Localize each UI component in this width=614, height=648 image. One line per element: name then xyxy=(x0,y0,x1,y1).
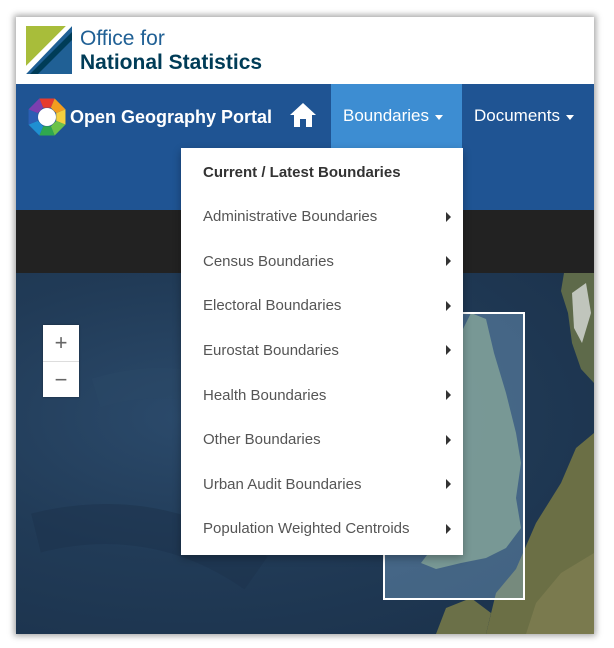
dropdown-item[interactable]: Electoral Boundaries xyxy=(181,284,463,328)
dropdown-item[interactable]: Eurostat Boundaries xyxy=(181,328,463,372)
zoom-out-button[interactable]: − xyxy=(43,361,79,398)
ons-logo[interactable] xyxy=(26,26,72,74)
nav-boundaries-label: Boundaries xyxy=(343,106,430,125)
caret-down-icon xyxy=(565,114,574,120)
dropdown-item-label: Census Boundaries xyxy=(203,252,334,270)
dropdown-item-label: Population Weighted Centroids xyxy=(203,520,410,538)
dropdown-item-label: Health Boundaries xyxy=(203,386,327,404)
dropdown-item-label: Administrative Boundaries xyxy=(203,208,378,226)
caret-right-icon xyxy=(446,345,451,356)
portal-brand[interactable]: Open Geography Portal xyxy=(26,97,272,137)
ons-wordmark: Office for National Statistics xyxy=(80,27,262,75)
caret-right-icon xyxy=(446,434,451,445)
dropdown-item-label: Current / Latest Boundaries xyxy=(203,163,401,181)
dropdown-item-label: Other Boundaries xyxy=(203,431,321,449)
dropdown-item-label: Electoral Boundaries xyxy=(203,297,342,315)
dropdown-item[interactable]: Other Boundaries xyxy=(181,418,463,462)
ons-header: Office for National Statistics xyxy=(16,17,594,84)
caret-right-icon xyxy=(446,211,451,222)
dropdown-item[interactable]: Health Boundaries xyxy=(181,373,463,417)
nav-boundaries[interactable]: Boundaries xyxy=(331,84,462,148)
zoom-control: + − xyxy=(43,325,79,397)
dropdown-item-label: Urban Audit Boundaries xyxy=(203,475,362,493)
caret-right-icon xyxy=(446,479,451,490)
ons-line2: National Statistics xyxy=(80,51,263,74)
ons-line1: Office for xyxy=(80,27,165,50)
dropdown-item[interactable]: Urban Audit Boundaries xyxy=(181,462,463,506)
nav-documents-label: Documents xyxy=(474,106,560,125)
boundaries-dropdown-menu: Current / Latest Boundaries Administrativ… xyxy=(181,148,463,555)
dropdown-item[interactable]: Population Weighted Centroids xyxy=(181,507,463,551)
dropdown-item[interactable]: Census Boundaries xyxy=(181,239,463,283)
dropdown-item[interactable]: Administrative Boundaries xyxy=(181,195,463,239)
screenshot-frame: Office for National Statistics Open Geog… xyxy=(16,17,594,634)
portal-logo-icon xyxy=(28,98,66,136)
portal-title: Open Geography Portal xyxy=(70,106,273,127)
home-icon[interactable] xyxy=(288,100,318,130)
dropdown-item[interactable]: Current / Latest Boundaries xyxy=(181,150,463,194)
zoom-in-button[interactable]: + xyxy=(43,325,79,361)
dropdown-item-label: Eurostat Boundaries xyxy=(203,341,339,359)
nav-documents[interactable]: Documents xyxy=(462,84,594,148)
caret-down-icon xyxy=(435,114,444,120)
caret-right-icon xyxy=(446,390,451,400)
caret-right-icon xyxy=(446,300,451,311)
caret-right-icon xyxy=(446,256,451,267)
caret-right-icon xyxy=(446,523,451,534)
